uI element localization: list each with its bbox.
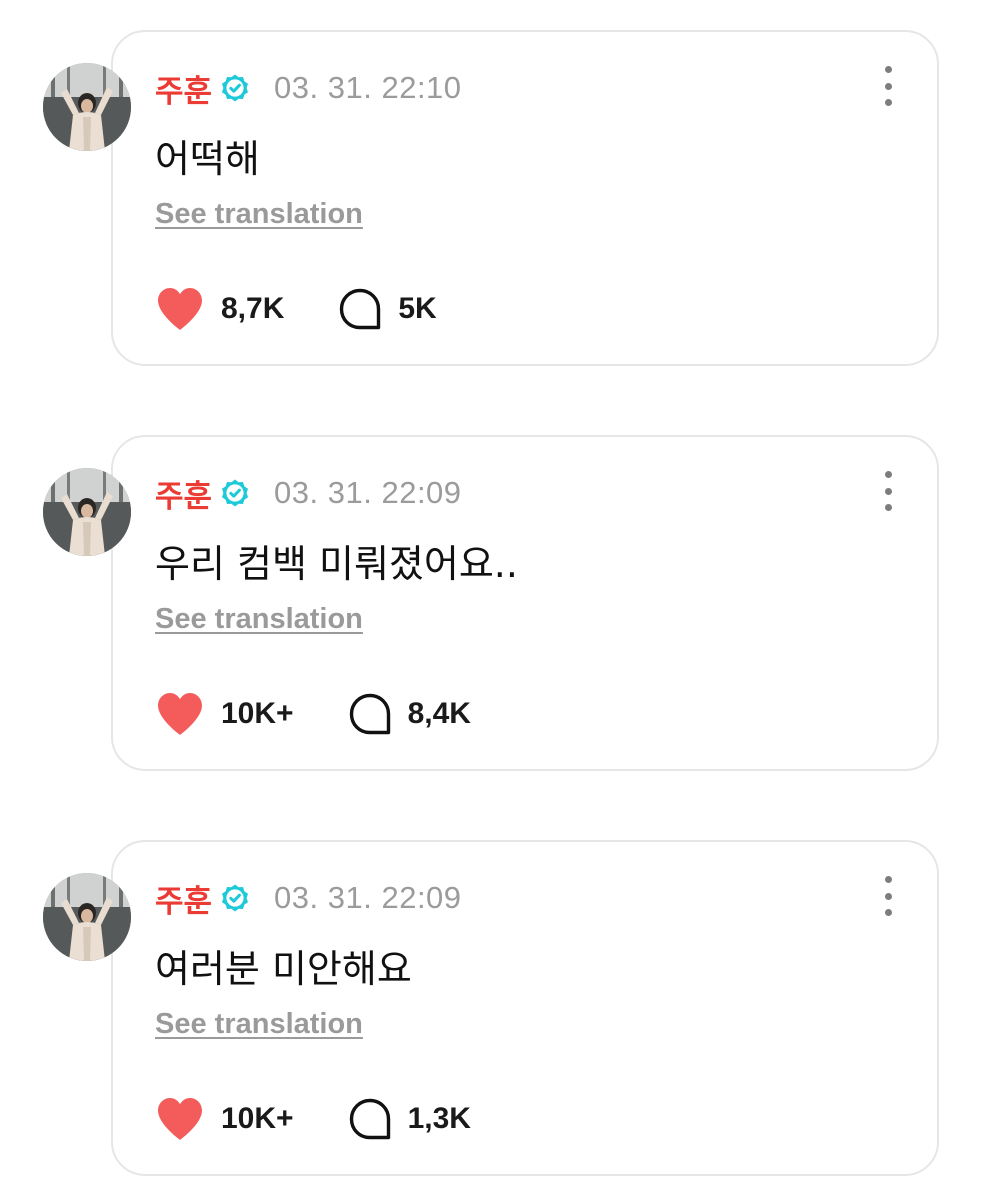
post-text: 여러분 미안해요 bbox=[155, 947, 412, 991]
comment-count: 1,3K bbox=[407, 1102, 471, 1135]
heart-icon bbox=[155, 286, 205, 332]
post-text: 어떡해 bbox=[155, 137, 260, 181]
post-actions: 8,7K 5K bbox=[155, 284, 437, 334]
comment-count: 8,4K bbox=[407, 697, 471, 730]
menu-dot bbox=[884, 909, 892, 916]
menu-dot bbox=[884, 99, 892, 106]
heart-icon bbox=[155, 691, 205, 737]
comment-button[interactable]: 8,4K bbox=[348, 692, 471, 736]
post-header: 주훈 03. 31. 22:09 bbox=[155, 876, 462, 920]
author-name[interactable]: 주훈 bbox=[155, 876, 212, 921]
menu-dot bbox=[884, 876, 892, 883]
menu-dot bbox=[884, 487, 892, 495]
author-name[interactable]: 주훈 bbox=[155, 471, 212, 516]
post-actions: 10K+ 1,3K bbox=[155, 1094, 471, 1144]
post-timestamp: 03. 31. 22:09 bbox=[274, 475, 462, 510]
like-count: 10K+ bbox=[221, 1102, 294, 1135]
heart-icon bbox=[155, 1096, 205, 1142]
post-timestamp: 03. 31. 22:10 bbox=[274, 70, 462, 105]
verified-badge-icon bbox=[220, 478, 250, 508]
like-count: 8,7K bbox=[221, 292, 285, 325]
post-actions: 10K+ 8,4K bbox=[155, 689, 471, 739]
post-card: 주훈 03. 31. 22:09 여러분 미안해요 See translatio… bbox=[111, 840, 939, 1176]
speech-bubble-icon bbox=[348, 1097, 392, 1141]
see-translation-link[interactable]: See translation bbox=[155, 1008, 363, 1041]
like-button[interactable]: 8,7K bbox=[155, 286, 284, 332]
more-vertical-icon[interactable] bbox=[875, 471, 901, 511]
post: 주훈 03. 31. 22:09 여러분 미안해요 See translatio… bbox=[0, 840, 986, 1180]
post-text: 우리 컴백 미뤄졌어요.. bbox=[155, 542, 518, 586]
menu-dot bbox=[884, 471, 892, 478]
post-card: 주훈 03. 31. 22:10 어떡해 See translation 8,7… bbox=[111, 30, 939, 366]
comment-button[interactable]: 1,3K bbox=[348, 1097, 471, 1141]
see-translation-link[interactable]: See translation bbox=[155, 603, 363, 636]
like-count: 10K+ bbox=[221, 697, 294, 730]
like-button[interactable]: 10K+ bbox=[155, 1096, 294, 1142]
comment-button[interactable]: 5K bbox=[338, 287, 437, 331]
post-timestamp: 03. 31. 22:09 bbox=[274, 880, 462, 915]
comment-count: 5K bbox=[398, 292, 437, 325]
post-card: 주훈 03. 31. 22:09 우리 컴백 미뤄졌어요.. See trans… bbox=[111, 435, 939, 771]
post: 주훈 03. 31. 22:10 어떡해 See translation 8,7… bbox=[0, 30, 986, 370]
like-button[interactable]: 10K+ bbox=[155, 691, 294, 737]
more-vertical-icon[interactable] bbox=[875, 66, 901, 106]
post: 주훈 03. 31. 22:09 우리 컴백 미뤄졌어요.. See trans… bbox=[0, 435, 986, 775]
speech-bubble-icon bbox=[348, 692, 392, 736]
post-header: 주훈 03. 31. 22:09 bbox=[155, 471, 462, 515]
menu-dot bbox=[884, 892, 892, 900]
menu-dot bbox=[884, 504, 892, 511]
more-vertical-icon[interactable] bbox=[875, 876, 901, 916]
author-avatar[interactable] bbox=[43, 468, 131, 556]
verified-badge-icon bbox=[220, 73, 250, 103]
verified-badge-icon bbox=[220, 883, 250, 913]
see-translation-link[interactable]: See translation bbox=[155, 198, 363, 231]
speech-bubble-icon bbox=[338, 287, 382, 331]
author-avatar[interactable] bbox=[43, 873, 131, 961]
author-name[interactable]: 주훈 bbox=[155, 66, 212, 111]
menu-dot bbox=[884, 66, 892, 73]
post-header: 주훈 03. 31. 22:10 bbox=[155, 66, 462, 110]
menu-dot bbox=[884, 82, 892, 90]
author-avatar[interactable] bbox=[43, 63, 131, 151]
